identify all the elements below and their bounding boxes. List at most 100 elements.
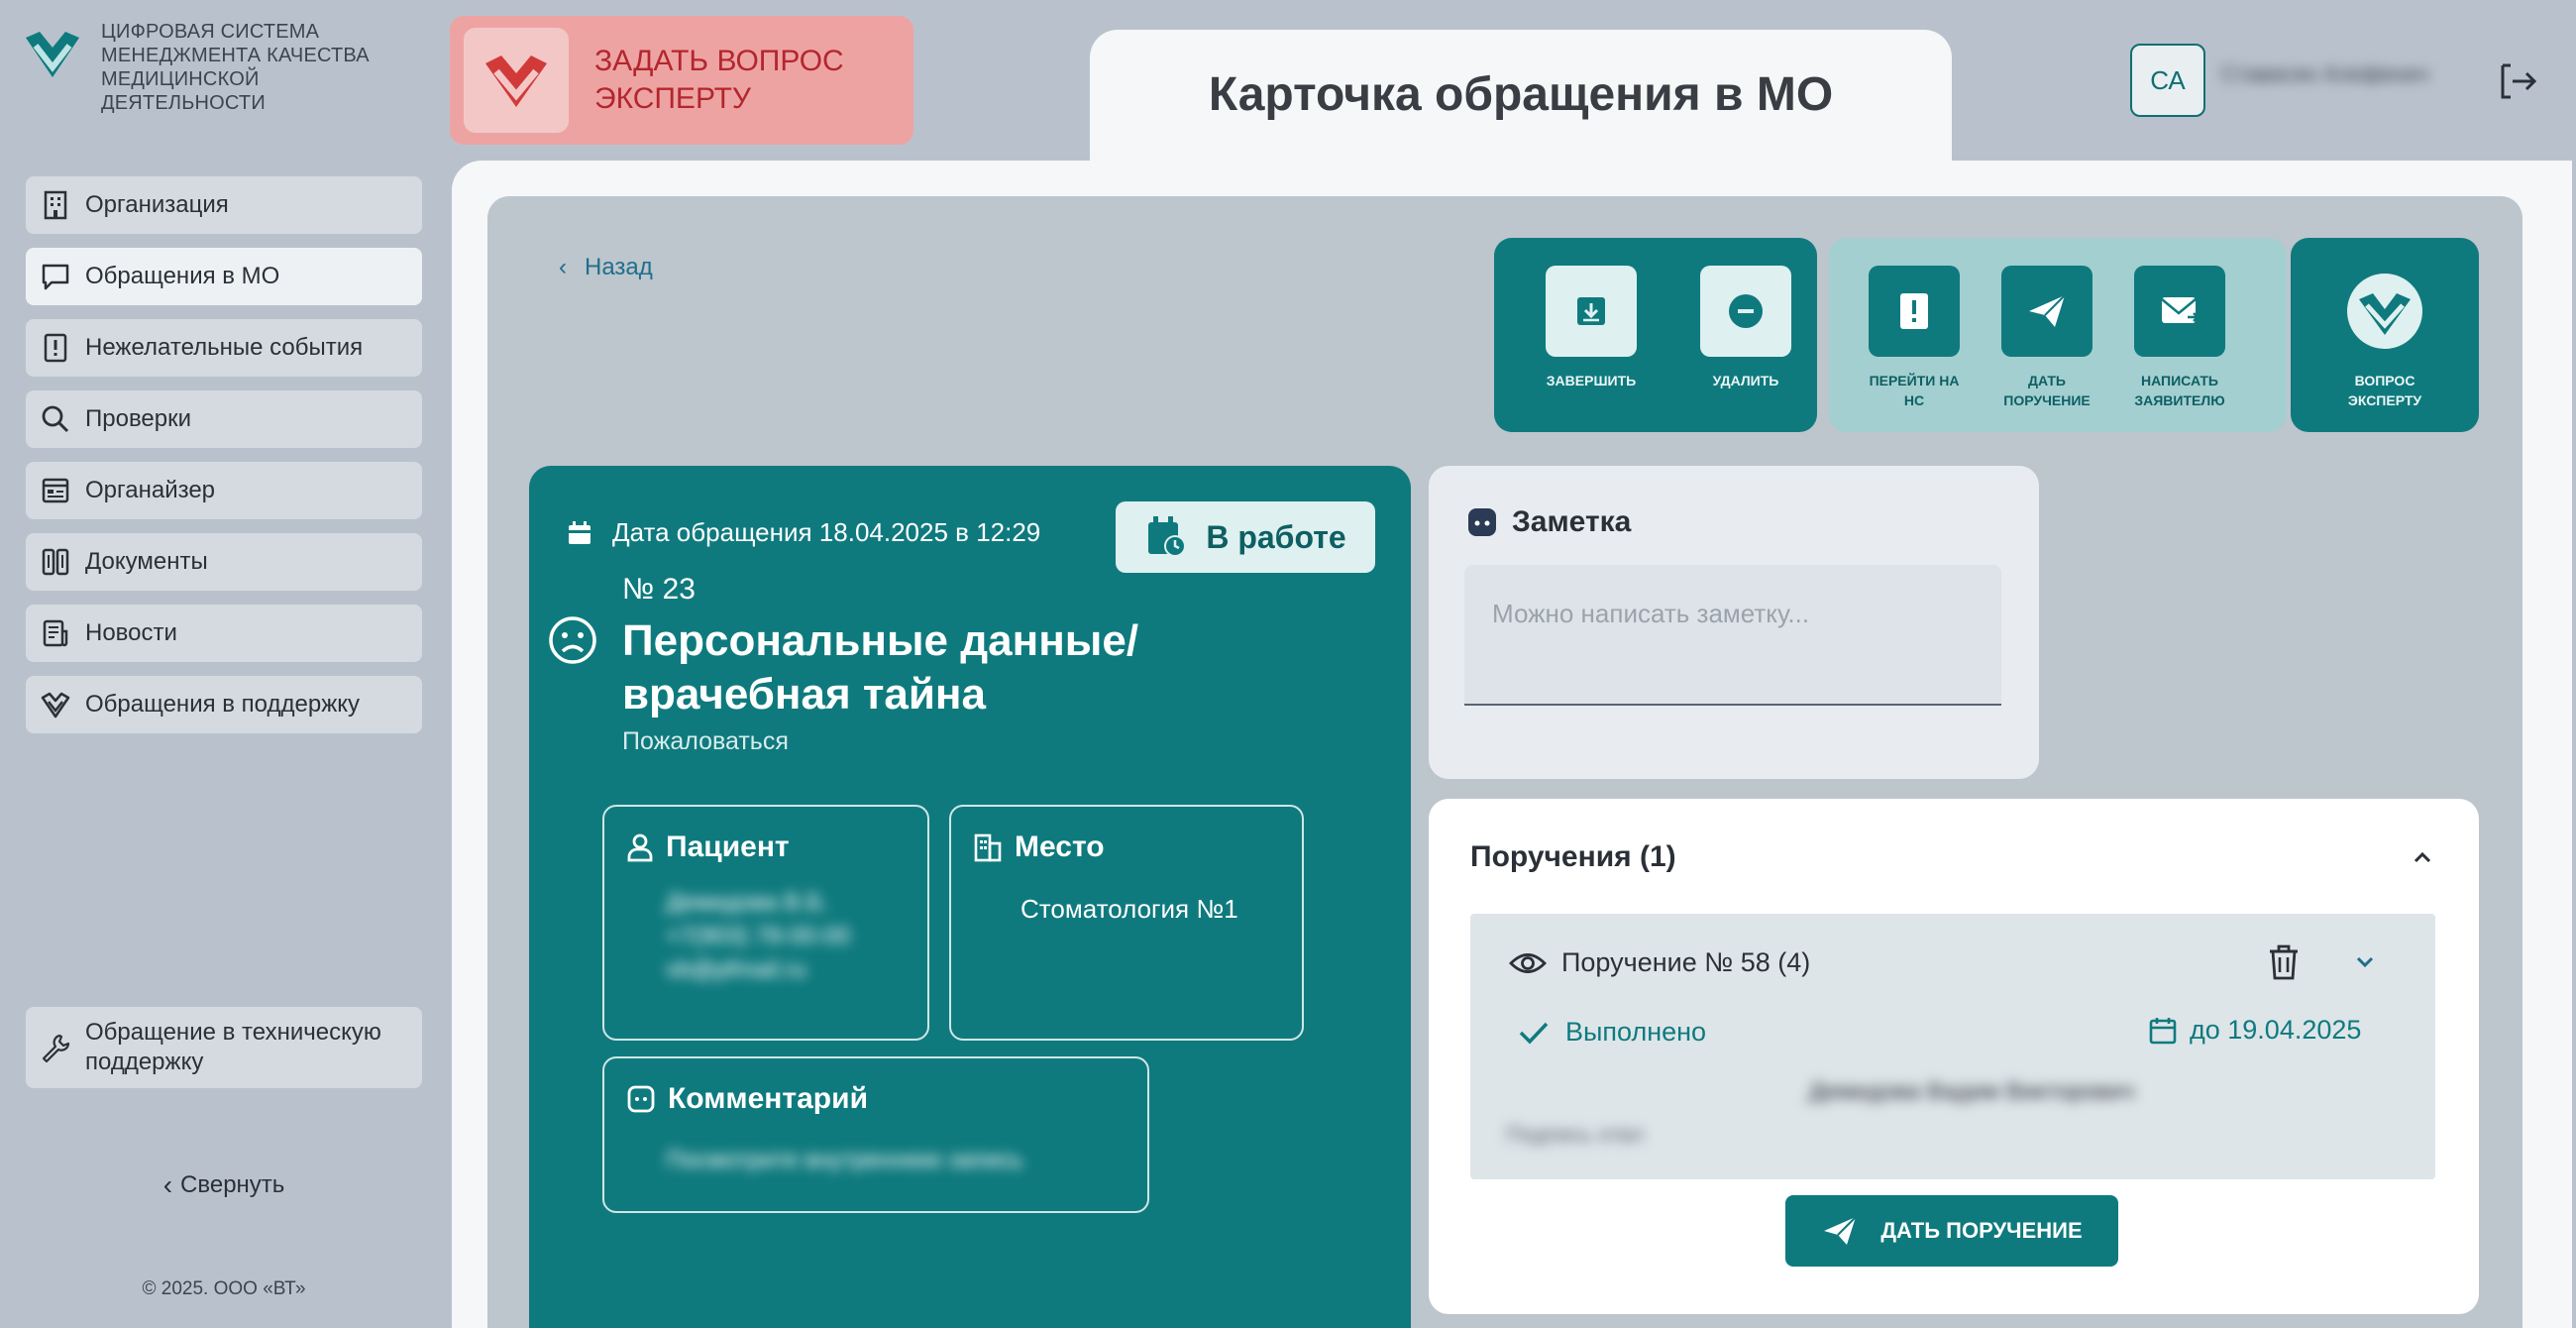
copyright: © 2025. ООО «ВТ» <box>142 1278 306 1299</box>
order-status: Выполнено <box>1518 1017 1706 1048</box>
give-order-button[interactable]: ДАТЬ ПОРУЧЕНИЕ <box>1785 1195 2118 1267</box>
sidebar-item-label: Проверки <box>85 405 192 432</box>
logo-icon <box>26 32 79 77</box>
sidebar-item-label: Органайзер <box>85 477 216 503</box>
avatar[interactable]: СА <box>2130 44 2205 117</box>
order-item-title: Поручение № 58 (4) <box>1561 947 1811 977</box>
eye-icon <box>1509 952 1547 973</box>
case-date-row: Дата обращения 18.04.2025 в 12:29 <box>567 517 1040 548</box>
write-applicant-button[interactable]: НАПИСАТЬ ЗАЯВИТЕЛЮ <box>2124 266 2235 410</box>
delete-button[interactable]: УДАЛИТЬ <box>1690 266 1801 390</box>
sidebar-item-appeals[interactable]: Обращения в МО <box>26 248 422 305</box>
username: Стависян Алефенич <box>2221 61 2429 86</box>
comment-box: Комментарий Посмотрите внутреннюю запись <box>602 1056 1149 1213</box>
note-title: Заметка <box>1512 505 1632 538</box>
sidebar-item-organizer[interactable]: Органайзер <box>26 462 422 519</box>
ask-expert-label: ЗАДАТЬ ВОПРОС ЭКСПЕРТУ <box>594 45 844 115</box>
news-icon <box>43 619 68 647</box>
patient-box: Пациент Демидова В.Б. +7(903) 78-00-00 v… <box>602 805 929 1041</box>
sidebar-item-label: Документы <box>85 548 208 575</box>
sidebar-item-inspections[interactable]: Проверки <box>26 390 422 448</box>
write-applicant-label: НАПИСАТЬ ЗАЯВИТЕЛЮ <box>2134 373 2225 408</box>
case-type: Пожаловаться <box>622 727 789 755</box>
collapse-sidebar-button[interactable]: ‹ Свернуть <box>26 1165 422 1205</box>
order-due-date: до 19.04.2025 <box>2148 1015 2361 1046</box>
send-icon <box>1824 1216 1858 1245</box>
sidebar-item-label: Организация <box>85 191 229 218</box>
organizer-icon <box>42 478 69 503</box>
sidebar-item-news[interactable]: Новости <box>26 605 422 662</box>
building-icon <box>974 833 1002 862</box>
sidebar-item-documents[interactable]: Документы <box>26 533 422 591</box>
mail-icon <box>2161 297 2200 323</box>
comment-icon <box>1468 508 1496 536</box>
sidebar-item-support[interactable]: Обращения в поддержку <box>26 676 422 733</box>
back-label: Назад <box>585 254 653 280</box>
give-order-toolbar-label: ДАТЬ ПОРУЧЕНИЕ <box>2003 373 2091 408</box>
case-title: Персональные данные/ врачебная тайна <box>622 616 1139 719</box>
chevron-left-icon: ‹ <box>162 1169 173 1200</box>
send-icon <box>2029 294 2066 327</box>
secondary-actions: ПЕРЕЙТИ НА НС ДАТЬ ПОРУЧЕНИЕ НАПИСАТЬ ЗА… <box>1829 238 2287 432</box>
order-due-label: до 19.04.2025 <box>2190 1015 2362 1045</box>
support-icon <box>41 692 70 719</box>
back-link[interactable]: ‹ Назад <box>559 254 653 281</box>
give-order-label: ДАТЬ ПОРУЧЕНИЕ <box>1880 1218 2083 1243</box>
chat-icon <box>42 264 69 290</box>
expert-icon <box>2347 274 2422 349</box>
delete-order-button[interactable] <box>2267 943 2301 986</box>
patient-value: Демидова В.Б. +7(903) 78-00-00 vb@pfmail… <box>666 889 851 983</box>
collapse-label: Свернуть <box>180 1171 285 1198</box>
person-icon <box>627 833 653 862</box>
order-assignee-role: Подпись отвл <box>1506 1122 1645 1147</box>
status-badge[interactable]: В работе <box>1116 501 1375 573</box>
ask-expert-button[interactable]: ЗАДАТЬ ВОПРОС ЭКСПЕРТУ <box>450 16 913 145</box>
place-box: Место Стоматология №1 <box>949 805 1304 1041</box>
sidebar-item-organization[interactable]: Организация <box>26 176 422 234</box>
building-icon <box>44 190 67 220</box>
patient-label: Пациент <box>666 830 790 863</box>
sidebar-item-label: Нежелательные события <box>85 334 364 361</box>
place-value: Стоматология №1 <box>1020 894 1238 924</box>
order-status-label: Выполнено <box>1565 1017 1707 1047</box>
chevron-down-icon <box>2356 956 2374 968</box>
sidebar-nav: Организация Обращения в МО Нежелательные… <box>26 176 422 747</box>
ask-expert-toolbar-button[interactable]: ВОПРОС ЭКСПЕРТУ <box>2329 266 2440 410</box>
brand-name: ЦИФРОВАЯ СИСТЕМА МЕНЕДЖМЕНТА КАЧЕСТВА МЕ… <box>101 21 370 114</box>
tech-support-label: Обращение в техническую поддержку <box>85 1019 381 1075</box>
note-input[interactable]: Можно написать заметку... <box>1464 565 2001 706</box>
go-to-ns-label: ПЕРЕЙТИ НА НС <box>1869 373 1960 408</box>
sidebar-item-adverse-events[interactable]: Нежелательные события <box>26 319 422 377</box>
page-title-tab: Карточка обращения в МО <box>1090 30 1952 168</box>
tech-support-link[interactable]: Обращение в техническую поддержку <box>26 1007 422 1088</box>
comment-label: Комментарий <box>668 1082 869 1115</box>
wrench-icon <box>42 1034 70 1063</box>
collapse-orders-button[interactable] <box>2408 842 2437 877</box>
chevron-left-icon: ‹ <box>559 254 567 280</box>
sidebar-item-label: Новости <box>85 619 177 646</box>
expert-action: ВОПРОС ЭКСПЕРТУ <box>2291 238 2479 432</box>
calendar-icon <box>2149 1017 2177 1044</box>
order-item-title-row: Поручение № 58 (4) <box>1508 947 1810 978</box>
go-to-ns-button[interactable]: ПЕРЕЙТИ НА НС <box>1859 266 1970 410</box>
calendar-clock-icon <box>1148 516 1187 557</box>
logout-button[interactable] <box>2497 59 2540 103</box>
primary-actions: ЗАВЕРШИТЬ УДАЛИТЬ <box>1494 238 1817 432</box>
delete-label: УДАЛИТЬ <box>1712 373 1779 388</box>
archive-icon <box>1577 297 1605 325</box>
expand-order-button[interactable] <box>2350 947 2380 982</box>
status-label: В работе <box>1206 518 1346 555</box>
case-number: № 23 <box>622 573 696 606</box>
calendar-icon <box>569 520 590 544</box>
search-icon <box>42 405 69 433</box>
finish-button[interactable]: ЗАВЕРШИТЬ <box>1536 266 1647 390</box>
chevron-up-icon <box>2414 851 2431 863</box>
finish-label: ЗАВЕРШИТЬ <box>1546 373 1637 388</box>
give-order-toolbar-button[interactable]: ДАТЬ ПОРУЧЕНИЕ <box>1991 266 2102 410</box>
minus-circle-icon <box>1729 294 1763 328</box>
trash-icon <box>2270 944 2298 980</box>
check-icon <box>1519 1022 1549 1045</box>
place-label: Место <box>1015 830 1105 863</box>
alert-book-icon <box>44 333 67 363</box>
brand-logo[interactable]: ЦИФРОВАЯ СИСТЕМА МЕНЕДЖМЕНТА КАЧЕСТВА МЕ… <box>22 20 438 129</box>
